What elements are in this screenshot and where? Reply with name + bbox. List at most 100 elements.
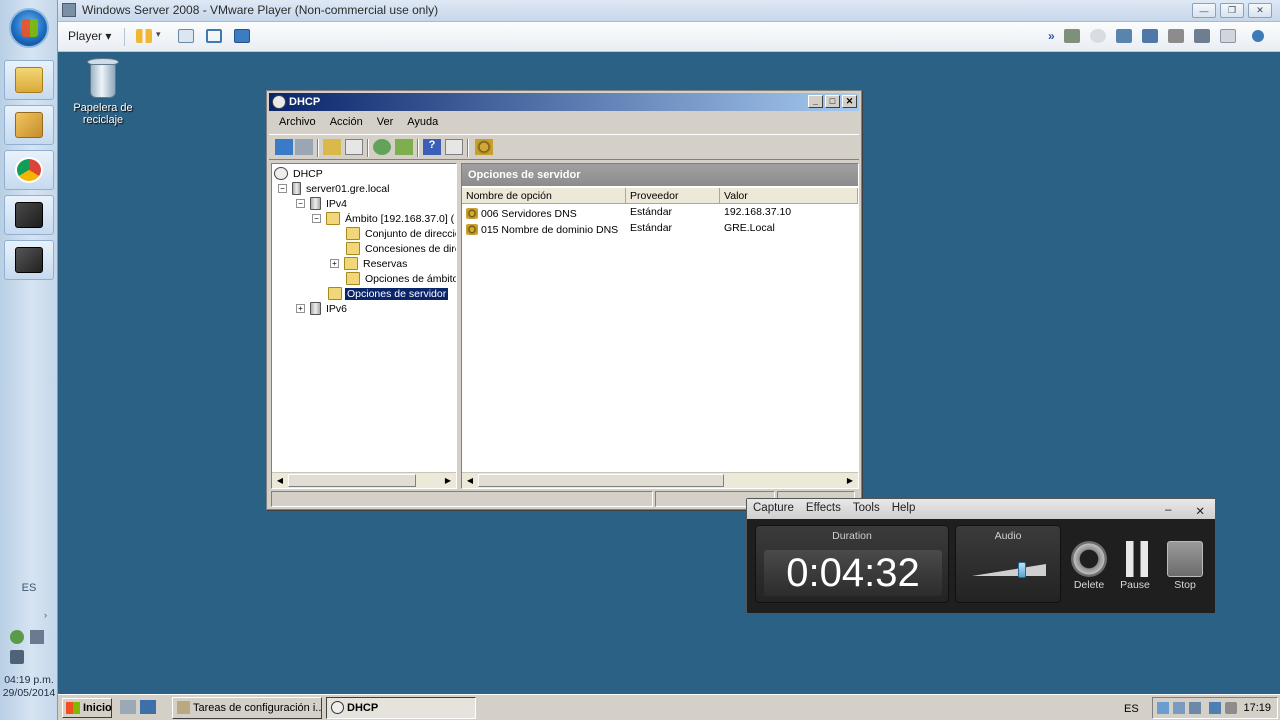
- tree-node-scope[interactable]: − Ámbito [192.168.37.0] (: [312, 211, 456, 226]
- message-log-icon[interactable]: [1220, 29, 1236, 43]
- more-devices-chevron-icon[interactable]: »: [1048, 29, 1058, 43]
- refresh-icon[interactable]: [373, 139, 391, 155]
- menu-capture[interactable]: Capture: [747, 499, 800, 519]
- server-manager-quicklaunch-icon[interactable]: [120, 700, 136, 714]
- expand-toggle[interactable]: +: [330, 259, 339, 268]
- hard-disk-icon[interactable]: [1064, 29, 1080, 43]
- tree-node-scope-options[interactable]: Opciones de ámbito: [346, 271, 456, 286]
- column-header-value[interactable]: Valor: [720, 188, 858, 204]
- scroll-right-icon[interactable]: ▶: [441, 474, 455, 487]
- tree-node-ipv4[interactable]: − IPv4: [296, 196, 349, 211]
- tree-node-dhcp[interactable]: DHCP: [274, 166, 325, 181]
- tree-node-server-options[interactable]: Opciones de servidor: [328, 286, 450, 301]
- guest-language-indicator[interactable]: ES: [1124, 703, 1139, 715]
- tree-node-leases[interactable]: Concesiones de dire: [346, 241, 456, 256]
- recorder-minimize-icon[interactable]: –: [1159, 501, 1177, 518]
- unity-icon[interactable]: [234, 29, 250, 43]
- fullscreen-icon[interactable]: [206, 29, 222, 43]
- stop-button-label[interactable]: Stop: [1155, 579, 1215, 591]
- printer-icon[interactable]: [1168, 29, 1184, 43]
- collapse-toggle[interactable]: −: [296, 199, 305, 208]
- dhcp-close-button[interactable]: ✕: [842, 95, 857, 108]
- dhcp-title-bar[interactable]: DHCP _ □ ✕: [269, 93, 859, 111]
- close-button[interactable]: ✕: [1248, 3, 1272, 18]
- audio-slider-knob[interactable]: [1018, 562, 1026, 578]
- network-adapter-icon[interactable]: [1116, 29, 1132, 43]
- pause-vm-icon[interactable]: [136, 29, 152, 43]
- cd-dvd-icon[interactable]: [1090, 29, 1106, 43]
- host-clock[interactable]: 04:19 p.m. 29/05/2014: [0, 674, 58, 700]
- menu-ayuda[interactable]: Ayuda: [401, 113, 446, 133]
- help-icon[interactable]: ?: [423, 139, 441, 155]
- show-hidden-icons-chevron-icon[interactable]: ›: [44, 610, 47, 620]
- guest-clock[interactable]: 17:19: [1243, 702, 1271, 714]
- show-hide-tree-icon[interactable]: [345, 139, 363, 155]
- vmware-player-pin[interactable]: [4, 240, 54, 280]
- vmware-help-icon[interactable]: [1252, 30, 1264, 42]
- network-pin[interactable]: [4, 105, 54, 145]
- action-center-icon[interactable]: [10, 630, 24, 644]
- scroll-thumb[interactable]: [478, 474, 724, 487]
- scroll-left-icon[interactable]: ◀: [463, 474, 477, 487]
- taskbar-button-initial-config[interactable]: Tareas de configuración i...: [172, 697, 322, 719]
- menu-ver[interactable]: Ver: [371, 113, 402, 133]
- tray-volume-icon[interactable]: [1225, 702, 1237, 714]
- tray-connection-icon[interactable]: [1209, 702, 1221, 714]
- explorer-pin[interactable]: [4, 60, 54, 100]
- menu-tools[interactable]: Tools: [847, 499, 886, 519]
- pause-icon[interactable]: [1119, 541, 1155, 577]
- chrome-pin[interactable]: [4, 150, 54, 190]
- recorder-close-icon[interactable]: ✕: [1189, 501, 1211, 518]
- vmware-pin[interactable]: [4, 195, 54, 235]
- show-desktop-icon[interactable]: [140, 700, 156, 714]
- recycle-bin-desktop-icon[interactable]: Papelera de reciclaje: [68, 56, 138, 126]
- scroll-thumb[interactable]: [288, 474, 416, 487]
- restore-button[interactable]: ❐: [1220, 3, 1244, 18]
- minimize-button[interactable]: —: [1192, 3, 1216, 18]
- sound-card-icon[interactable]: [1194, 29, 1210, 43]
- menu-help[interactable]: Help: [886, 499, 922, 519]
- collapse-toggle[interactable]: −: [278, 184, 287, 193]
- volume-icon[interactable]: [10, 650, 24, 664]
- properties-icon[interactable]: [445, 139, 463, 155]
- scroll-right-icon[interactable]: ▶: [843, 474, 857, 487]
- up-folder-icon[interactable]: [323, 139, 341, 155]
- dhcp-maximize-button[interactable]: □: [825, 95, 840, 108]
- table-row[interactable]: 006 Servidores DNS Estándar 192.168.37.1…: [466, 206, 854, 221]
- menu-archivo[interactable]: Archivo: [273, 113, 324, 133]
- collapse-toggle[interactable]: −: [312, 214, 321, 223]
- export-list-icon[interactable]: [395, 139, 413, 155]
- pause-dropdown-chevron-icon[interactable]: ▾: [156, 29, 164, 43]
- dhcp-minimize-button[interactable]: _: [808, 95, 823, 108]
- column-header-option-name[interactable]: Nombre de opción: [462, 188, 626, 204]
- player-menu-button[interactable]: Player ▾: [68, 29, 111, 43]
- delete-icon[interactable]: [1071, 541, 1107, 577]
- tree-node-ipv6[interactable]: + IPv6: [296, 301, 349, 316]
- table-row[interactable]: 015 Nombre de dominio DNS Estándar GRE.L…: [466, 222, 854, 237]
- network-adapter-2-icon[interactable]: [1142, 29, 1158, 43]
- audio-level-slider[interactable]: [972, 562, 1046, 578]
- tray-server-icon[interactable]: [1173, 702, 1185, 714]
- tree-node-reservations[interactable]: + Reservas: [330, 256, 409, 271]
- scroll-left-icon[interactable]: ◀: [273, 474, 287, 487]
- tray-display-icon[interactable]: [1189, 702, 1201, 714]
- network-tray-icon[interactable]: [30, 630, 44, 644]
- expand-toggle[interactable]: +: [296, 304, 305, 313]
- tree-node-address-pool[interactable]: Conjunto de direccio: [346, 226, 456, 241]
- send-ctrl-alt-del-icon[interactable]: [178, 29, 194, 43]
- tree-horizontal-scrollbar[interactable]: ◀ ▶: [272, 472, 456, 488]
- host-language-indicator[interactable]: ES: [0, 582, 58, 594]
- start-button[interactable]: Inicio: [62, 698, 112, 718]
- stop-icon[interactable]: [1167, 541, 1203, 577]
- menu-effects[interactable]: Effects: [800, 499, 847, 519]
- list-horizontal-scrollbar[interactable]: ◀ ▶: [462, 472, 858, 488]
- forward-arrow-icon[interactable]: [295, 139, 313, 155]
- start-orb-icon[interactable]: [9, 8, 49, 48]
- back-arrow-icon[interactable]: [275, 139, 293, 155]
- dhcp-server-icon[interactable]: [475, 139, 493, 155]
- menu-accion[interactable]: Acción: [324, 113, 371, 133]
- tray-network-icon[interactable]: [1157, 702, 1169, 714]
- taskbar-button-dhcp[interactable]: DHCP: [326, 697, 476, 719]
- tree-node-server[interactable]: − server01.gre.local: [278, 181, 391, 196]
- column-header-vendor[interactable]: Proveedor: [626, 188, 720, 204]
